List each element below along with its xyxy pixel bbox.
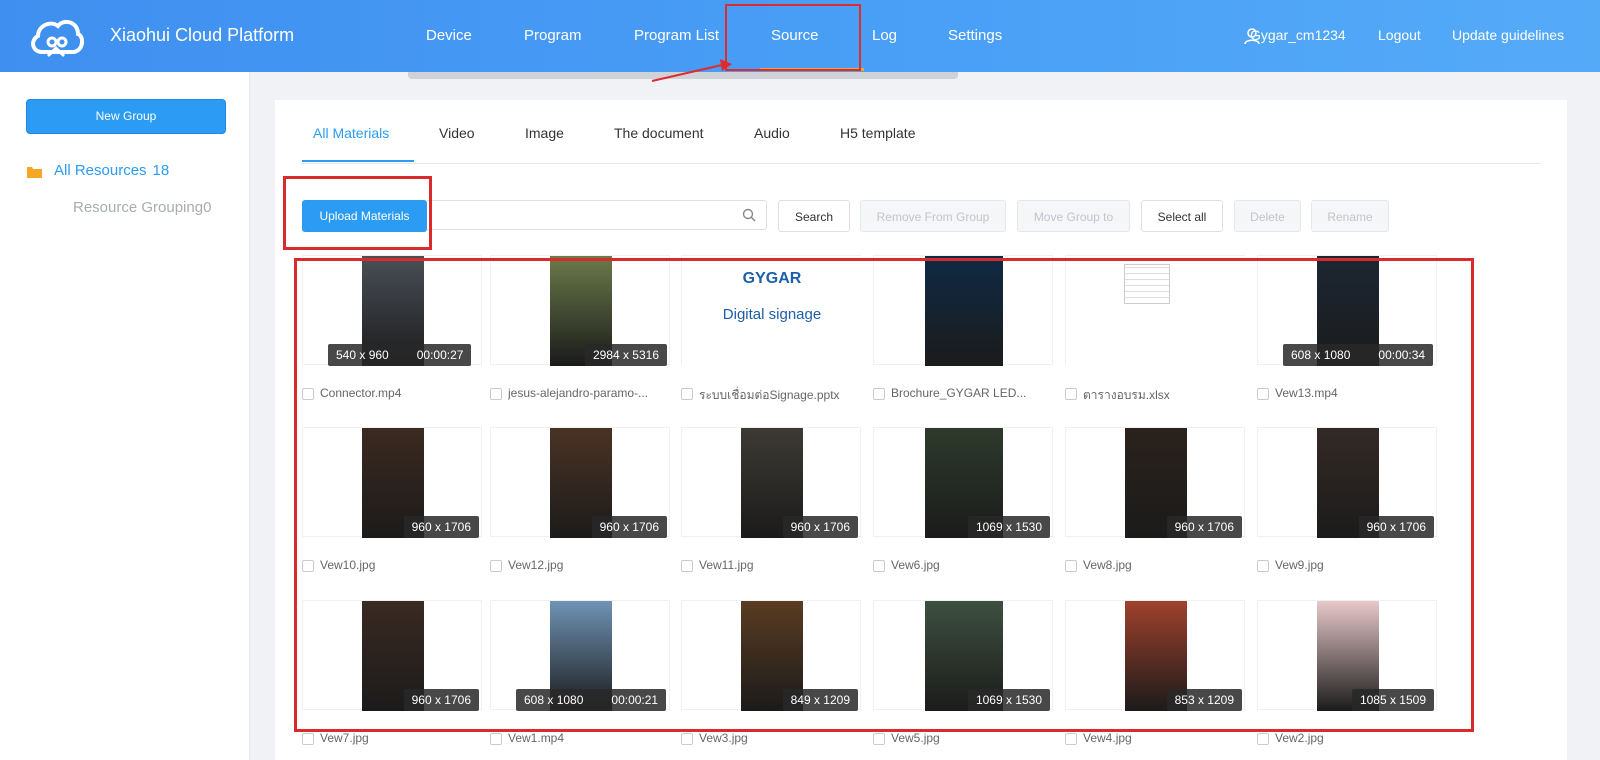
nav-program[interactable]: Program xyxy=(524,27,582,44)
material-filename[interactable]: Vew7.jpg xyxy=(320,731,480,745)
material-checkbox[interactable] xyxy=(873,733,885,745)
tab-active-indicator xyxy=(302,160,414,162)
username-link[interactable]: Gygar_cm1234 xyxy=(1250,27,1346,43)
tab-divider xyxy=(302,163,1540,164)
tab-all-materials[interactable]: All Materials xyxy=(313,125,389,141)
delete-button[interactable]: Delete xyxy=(1234,200,1301,232)
resource-grouping-item[interactable]: Resource Grouping0 xyxy=(73,199,211,216)
search-input[interactable] xyxy=(427,200,767,230)
tab-document[interactable]: The document xyxy=(614,125,704,141)
tab-audio[interactable]: Audio xyxy=(754,125,790,141)
material-checkbox[interactable] xyxy=(1065,733,1077,745)
material-checkbox[interactable] xyxy=(681,733,693,745)
search-icon[interactable] xyxy=(742,208,756,222)
remove-from-group-button[interactable]: Remove From Group xyxy=(860,200,1006,232)
material-filename[interactable]: Vew4.jpg xyxy=(1083,731,1243,745)
annotation-arrow-icon xyxy=(651,59,732,82)
nav-program-list[interactable]: Program List xyxy=(634,27,719,44)
all-resources-count: 18 xyxy=(152,162,170,179)
material-checkbox[interactable] xyxy=(302,733,314,745)
move-group-button[interactable]: Move Group to xyxy=(1017,200,1130,232)
annotation-box-upload xyxy=(283,176,432,250)
folder-icon xyxy=(27,167,42,178)
material-checkbox[interactable] xyxy=(1257,733,1269,745)
material-filename[interactable]: Vew5.jpg xyxy=(891,731,1051,745)
material-checkbox[interactable] xyxy=(490,733,502,745)
material-filename[interactable]: Vew1.mp4 xyxy=(508,731,668,745)
rename-button[interactable]: Rename xyxy=(1311,200,1389,232)
annotation-box-grid xyxy=(294,258,1474,732)
select-all-button[interactable]: Select all xyxy=(1141,200,1223,232)
nav-settings[interactable]: Settings xyxy=(948,27,1002,44)
tab-image[interactable]: Image xyxy=(525,125,564,141)
tab-h5-template[interactable]: H5 template xyxy=(840,125,915,141)
sidebar: New Group All Resources 18 Resource Group… xyxy=(0,72,250,760)
cloud-logo-icon xyxy=(31,19,84,58)
search-button[interactable]: Search xyxy=(778,200,850,232)
material-filename[interactable]: Vew3.jpg xyxy=(699,731,859,745)
nav-log[interactable]: Log xyxy=(872,27,897,44)
tab-video[interactable]: Video xyxy=(439,125,475,141)
nav-device[interactable]: Device xyxy=(426,27,472,44)
all-resources-item[interactable]: All Resources 18 xyxy=(54,162,169,179)
annotation-box-source xyxy=(725,4,861,71)
all-resources-label: All Resources xyxy=(54,162,147,179)
logout-link[interactable]: Logout xyxy=(1378,27,1421,43)
brand-title: Xiaohui Cloud Platform xyxy=(110,25,295,45)
material-filename[interactable]: Vew2.jpg xyxy=(1275,731,1435,745)
new-group-button[interactable]: New Group xyxy=(26,99,226,134)
update-guidelines-link[interactable]: Update guidelines xyxy=(1452,27,1564,43)
